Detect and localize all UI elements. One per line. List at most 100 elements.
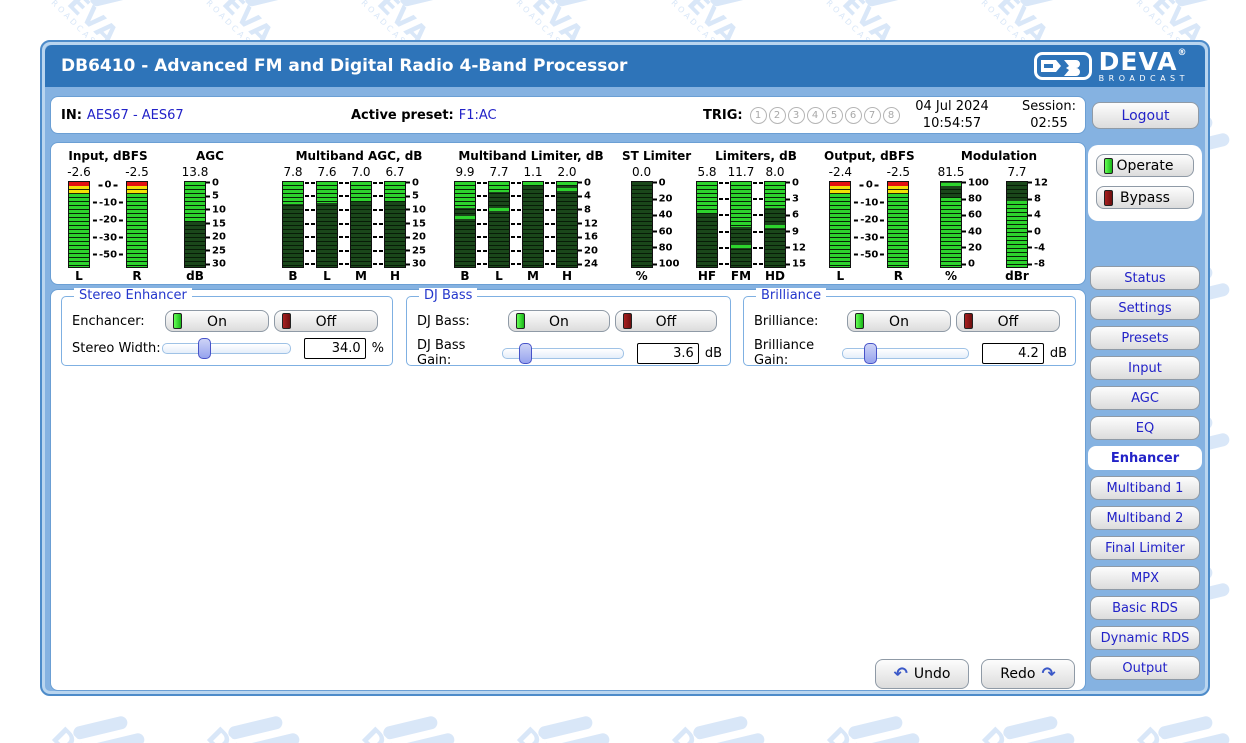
meter-label: M [355, 268, 367, 284]
sidebar-item-basic-rds[interactable]: Basic RDS [1090, 596, 1200, 620]
brilliance-on-button[interactable]: On [847, 310, 951, 332]
meter-r: -2.5R [126, 165, 148, 284]
meter-ticks [372, 181, 384, 266]
trig-button-7[interactable]: 7 [864, 107, 881, 124]
brilliance-slider[interactable] [842, 348, 969, 359]
green-led-icon [516, 313, 525, 329]
deva-watermark-icon: DEVABROADCAST [0, 232, 10, 361]
meter-scale: 020406080100 [653, 165, 683, 266]
meter-ticks [544, 181, 556, 266]
sidebar-item-presets[interactable]: Presets [1090, 326, 1200, 350]
toggle-row: DJ Bass:OnOff [417, 310, 722, 332]
trig-button-4[interactable]: 4 [807, 107, 824, 124]
meter-bar [696, 181, 718, 268]
meter-value: 1.1 [523, 165, 542, 181]
date-value: 04 Jul 2024 [896, 98, 1008, 115]
operate-button[interactable]: Operate [1096, 154, 1194, 177]
trig-button-3[interactable]: 3 [788, 107, 805, 124]
trig-button-6[interactable]: 6 [845, 107, 862, 124]
stereo-enhancer-on-button[interactable]: On [165, 310, 269, 332]
meter-h: 2.0H [556, 165, 578, 284]
meter-bar [940, 181, 962, 268]
sidebar-item-final-limiter[interactable]: Final Limiter [1090, 536, 1200, 560]
meter-group-st-limiter: ST Limiter0.0%020406080100 [622, 149, 691, 284]
meter-scale: 0-10-20-30-50 [851, 165, 887, 266]
meter-group-limiters-db: Limiters, dB5.8HF11.7FM8.0HD03691215 [696, 149, 816, 284]
input-source-readout: IN: AES67 - AES67 [61, 97, 184, 133]
redo-button[interactable]: Redo ↷ [981, 659, 1075, 689]
dj-bass-on-button[interactable]: On [508, 310, 610, 332]
meter-scale: 04812162024 [578, 165, 608, 266]
meter-bar [282, 181, 304, 268]
sidebar-item-agc[interactable]: AGC [1090, 386, 1200, 410]
dj-bass-off-button[interactable]: Off [615, 310, 717, 332]
sidebar-item-status[interactable]: Status [1090, 266, 1200, 290]
meter-label: B [460, 268, 469, 284]
active-preset-readout: Active preset: F1:AC [351, 97, 497, 133]
meter-bar [631, 181, 653, 268]
meter-group-modulation: Modulation81.5%1008060402007.7dBr12840-4… [940, 149, 1058, 284]
meter-value: 11.7 [728, 165, 755, 181]
bypass-button[interactable]: Bypass [1096, 186, 1194, 209]
green-led-icon [1104, 158, 1113, 174]
sidebar-item-eq[interactable]: EQ [1090, 416, 1200, 440]
sidebar-item-multiband-2[interactable]: Multiband 2 [1090, 506, 1200, 530]
meter-value: 7.7 [1007, 165, 1026, 181]
sidebar-item-input[interactable]: Input [1090, 356, 1200, 380]
red-led-icon [964, 313, 973, 329]
slider-thumb[interactable] [198, 338, 211, 359]
slider-thumb[interactable] [519, 343, 532, 364]
dj-bass-value-input[interactable] [637, 343, 699, 364]
stereo-enhancer-value-input[interactable] [304, 338, 366, 359]
meter-bar [488, 181, 510, 268]
sidebar-item-settings[interactable]: Settings [1090, 296, 1200, 320]
datetime-readout: 04 Jul 2024 10:54:57 [896, 97, 1008, 133]
meter-bar [384, 181, 406, 268]
sidebar-item-output[interactable]: Output [1090, 656, 1200, 680]
toggle-label: DJ Bass: [417, 314, 508, 329]
meter-label: L [837, 268, 845, 284]
panel-brilliance: BrillianceBrilliance:OnOffBrilliance Gai… [743, 296, 1076, 366]
sidebar-nav: Status Settings Presets Input AGC EQ Enhancer M… [1090, 266, 1200, 686]
meter-l: 7.7L [488, 165, 510, 284]
meter-group-title: Multiband AGC, dB [296, 149, 423, 165]
deva-watermark-icon: DEVABROADCAST [0, 382, 10, 511]
deva-watermark-icon: DEVABROADCAST [0, 682, 10, 743]
sidebar-item-multiband-1[interactable]: Multiband 1 [1090, 476, 1200, 500]
trig-button-2[interactable]: 2 [769, 107, 786, 124]
meter-ticks [752, 181, 764, 266]
trig-button-1[interactable]: 1 [750, 107, 767, 124]
slider-thumb[interactable] [864, 343, 877, 364]
sidebar-item-dynamic-rds[interactable]: Dynamic RDS [1090, 626, 1200, 650]
stereo-enhancer-off-button[interactable]: Off [274, 310, 378, 332]
meter-value: 9.9 [455, 165, 474, 181]
meter-bar [829, 181, 851, 268]
sidebar-item-mpx[interactable]: MPX [1090, 566, 1200, 590]
brilliance-off-button[interactable]: Off [956, 310, 1060, 332]
green-led-icon [855, 313, 864, 329]
brilliance-value-input[interactable] [982, 343, 1044, 364]
slider-row: Stereo Width:% [72, 338, 384, 359]
undo-button[interactable]: ↶ Undo [875, 659, 969, 689]
meter-value: 81.5 [938, 165, 965, 181]
trig-buttons: 12345678 [748, 107, 900, 124]
meter-b: 9.9 B [454, 165, 476, 284]
deva-logo-monogram-icon [1034, 52, 1092, 80]
meter-bar [316, 181, 338, 268]
meter-b: 7.8B [282, 165, 304, 284]
meter-m: 1.1M [522, 165, 544, 284]
logout-button[interactable]: Logout [1092, 102, 1199, 129]
sidebar-item-enhancer[interactable]: Enhancer [1088, 446, 1202, 470]
meter-bar [454, 181, 476, 268]
meter-label: dB [186, 268, 204, 284]
meter-group-multiband-limiter-db: Multiband Limiter, dB9.9 B 7.7L 1.1M 2.0H048… [454, 149, 608, 284]
meter-group-title: Multiband Limiter, dB [458, 149, 603, 165]
meter-value: 2.0 [557, 165, 576, 181]
off-label: Off [963, 312, 1053, 332]
meter-scale: 100806040200 [962, 165, 992, 266]
dj-bass-slider[interactable] [502, 348, 624, 359]
toggle-row: Enchancer:OnOff [72, 310, 384, 332]
meter-label: R [894, 268, 903, 284]
trig-button-5[interactable]: 5 [826, 107, 843, 124]
stereo-enhancer-slider[interactable] [162, 343, 291, 354]
